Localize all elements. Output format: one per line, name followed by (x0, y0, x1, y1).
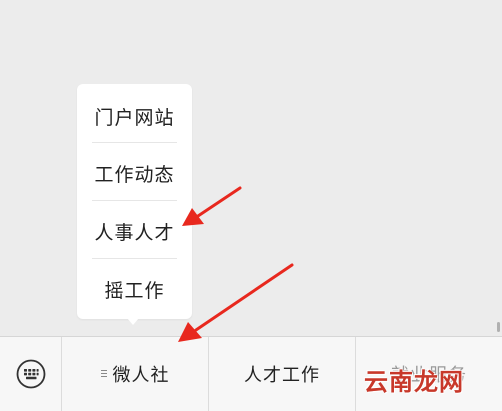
submenu-item-work-news[interactable]: 工作动态 (92, 145, 177, 201)
keyboard-toggle-button[interactable] (0, 337, 62, 411)
submenu-item-portal[interactable]: 门户网站 (92, 88, 177, 144)
watermark-logo: 云南龙网 (364, 368, 464, 396)
divider (92, 258, 177, 259)
submenu-item-personnel[interactable]: 人事人才 (92, 203, 177, 259)
keyboard-icon (16, 359, 45, 389)
menu-tab-wei-renshe[interactable]: 微人社 (62, 337, 209, 411)
submenu-item-shake-jobs[interactable]: 摇工作 (92, 261, 177, 317)
popup-caret (127, 318, 139, 325)
scrollbar[interactable] (497, 322, 500, 332)
submenu-popup: 门户网站 工作动态 人事人才 摇工作 (77, 84, 192, 319)
menu-tab-label: 人才工作 (244, 365, 320, 386)
submenu-icon (100, 370, 107, 378)
menu-tab-talent-work[interactable]: 人才工作 (209, 337, 356, 411)
arrow-icon (178, 263, 294, 342)
divider (92, 200, 177, 201)
divider (92, 142, 177, 143)
menu-tab-label: 微人社 (112, 365, 170, 386)
